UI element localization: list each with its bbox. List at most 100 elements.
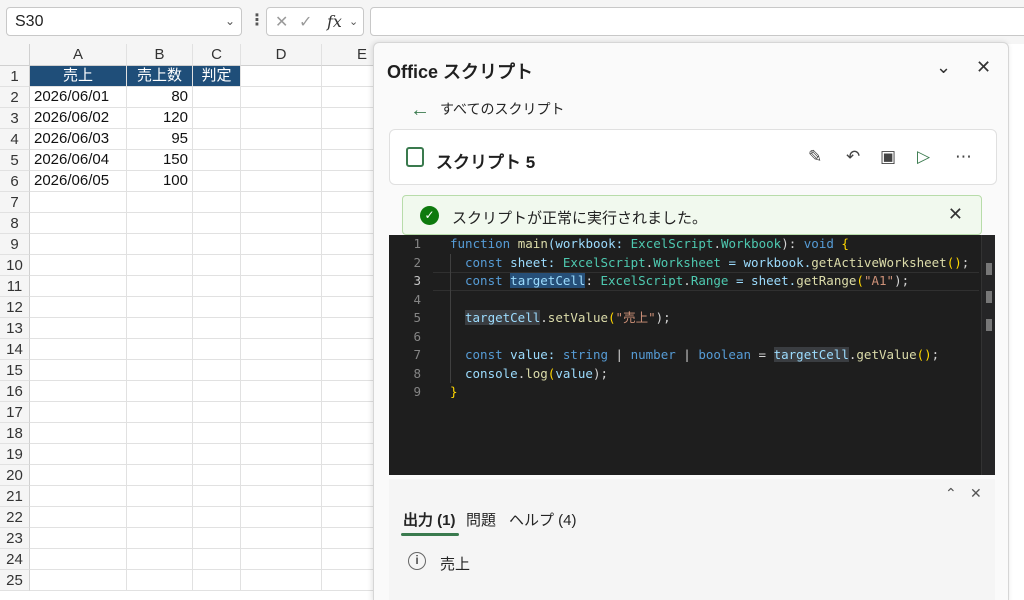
cell[interactable] [193, 444, 241, 465]
cell[interactable] [241, 297, 322, 318]
save-icon[interactable]: ▣ [880, 147, 896, 167]
row-header[interactable]: 13 [0, 318, 30, 339]
close-icon[interactable]: ✕ [948, 204, 963, 225]
close-icon[interactable]: ✕ [976, 57, 991, 78]
cell[interactable] [241, 507, 322, 528]
cell[interactable] [127, 381, 193, 402]
cell[interactable] [30, 465, 127, 486]
cell[interactable] [127, 234, 193, 255]
fx-icon[interactable]: fx [327, 12, 342, 31]
cell[interactable] [30, 213, 127, 234]
cell[interactable] [30, 528, 127, 549]
column-header-b[interactable]: B [127, 44, 193, 66]
cell[interactable] [193, 360, 241, 381]
cell[interactable] [30, 444, 127, 465]
cell[interactable] [127, 486, 193, 507]
header-cell[interactable]: 判定 [193, 66, 241, 87]
cell[interactable] [30, 297, 127, 318]
row-header[interactable]: 25 [0, 570, 30, 591]
cell[interactable] [193, 318, 241, 339]
cell[interactable] [127, 339, 193, 360]
cell[interactable] [193, 192, 241, 213]
cell[interactable] [241, 465, 322, 486]
undo-icon[interactable]: ↶ [846, 147, 860, 167]
cell[interactable] [193, 381, 241, 402]
close-icon[interactable]: ✕ [970, 485, 982, 502]
row-header[interactable]: 5 [0, 150, 30, 171]
column-header-a[interactable]: A [30, 44, 127, 66]
cell[interactable] [241, 318, 322, 339]
cell[interactable] [127, 570, 193, 591]
cell[interactable] [30, 381, 127, 402]
cell[interactable]: 2026/06/04 [30, 150, 127, 171]
row-header[interactable]: 21 [0, 486, 30, 507]
cell[interactable] [30, 549, 127, 570]
code-area[interactable]: function main(workbook: ExcelScript.Work… [450, 235, 979, 475]
cell[interactable] [241, 360, 322, 381]
cell[interactable] [30, 360, 127, 381]
cell[interactable] [241, 150, 322, 171]
cell[interactable] [193, 486, 241, 507]
chevron-down-icon[interactable]: ⌄ [349, 15, 358, 28]
row-header[interactable]: 9 [0, 234, 30, 255]
chevron-down-icon[interactable]: ⌄ [936, 57, 951, 78]
cell[interactable] [193, 234, 241, 255]
cell[interactable] [193, 423, 241, 444]
cell[interactable] [127, 276, 193, 297]
cell[interactable] [193, 507, 241, 528]
cell[interactable] [241, 339, 322, 360]
cell[interactable] [241, 486, 322, 507]
more-options-icon[interactable]: ⋯ [955, 147, 972, 167]
row-header[interactable]: 6 [0, 171, 30, 192]
cell[interactable] [193, 87, 241, 108]
cell[interactable] [30, 570, 127, 591]
row-header[interactable]: 8 [0, 213, 30, 234]
cell[interactable] [241, 381, 322, 402]
cell[interactable] [241, 570, 322, 591]
cell[interactable]: 120 [127, 108, 193, 129]
row-header[interactable]: 18 [0, 423, 30, 444]
code-editor[interactable]: 1 2 3 4 5 6 7 8 9 function main(workbook… [389, 235, 995, 475]
cell[interactable] [241, 171, 322, 192]
cell[interactable] [241, 108, 322, 129]
cell[interactable] [30, 255, 127, 276]
cell[interactable] [127, 549, 193, 570]
cell[interactable]: 2026/06/05 [30, 171, 127, 192]
header-cell[interactable]: 売上数 [127, 66, 193, 87]
cell[interactable] [127, 297, 193, 318]
row-header[interactable]: 3 [0, 108, 30, 129]
cell[interactable] [193, 276, 241, 297]
row-header[interactable]: 15 [0, 360, 30, 381]
cell[interactable] [30, 276, 127, 297]
row-header[interactable]: 7 [0, 192, 30, 213]
chevron-up-icon[interactable]: ⌃ [945, 485, 957, 502]
cell[interactable] [241, 66, 322, 87]
cell[interactable] [127, 465, 193, 486]
cell[interactable] [127, 213, 193, 234]
cell[interactable]: 2026/06/02 [30, 108, 127, 129]
cell[interactable] [241, 444, 322, 465]
cell[interactable] [193, 549, 241, 570]
row-header[interactable]: 2 [0, 87, 30, 108]
cell[interactable]: 150 [127, 150, 193, 171]
cell[interactable]: 80 [127, 87, 193, 108]
cell[interactable] [127, 192, 193, 213]
header-cell[interactable]: 売上 [30, 66, 127, 87]
select-all-corner[interactable] [0, 44, 30, 66]
cell[interactable] [30, 192, 127, 213]
run-icon[interactable]: ▷ [917, 147, 930, 167]
row-header[interactable]: 16 [0, 381, 30, 402]
cell[interactable] [30, 318, 127, 339]
row-header[interactable]: 20 [0, 465, 30, 486]
cell[interactable] [241, 129, 322, 150]
cell[interactable] [127, 423, 193, 444]
cell[interactable] [127, 318, 193, 339]
cell[interactable] [193, 108, 241, 129]
cell[interactable] [193, 402, 241, 423]
cell[interactable] [127, 507, 193, 528]
rename-icon[interactable]: ✎ [808, 147, 822, 167]
cell[interactable] [241, 213, 322, 234]
row-header[interactable]: 19 [0, 444, 30, 465]
cell[interactable] [30, 423, 127, 444]
editor-scrollbar[interactable] [981, 235, 995, 475]
